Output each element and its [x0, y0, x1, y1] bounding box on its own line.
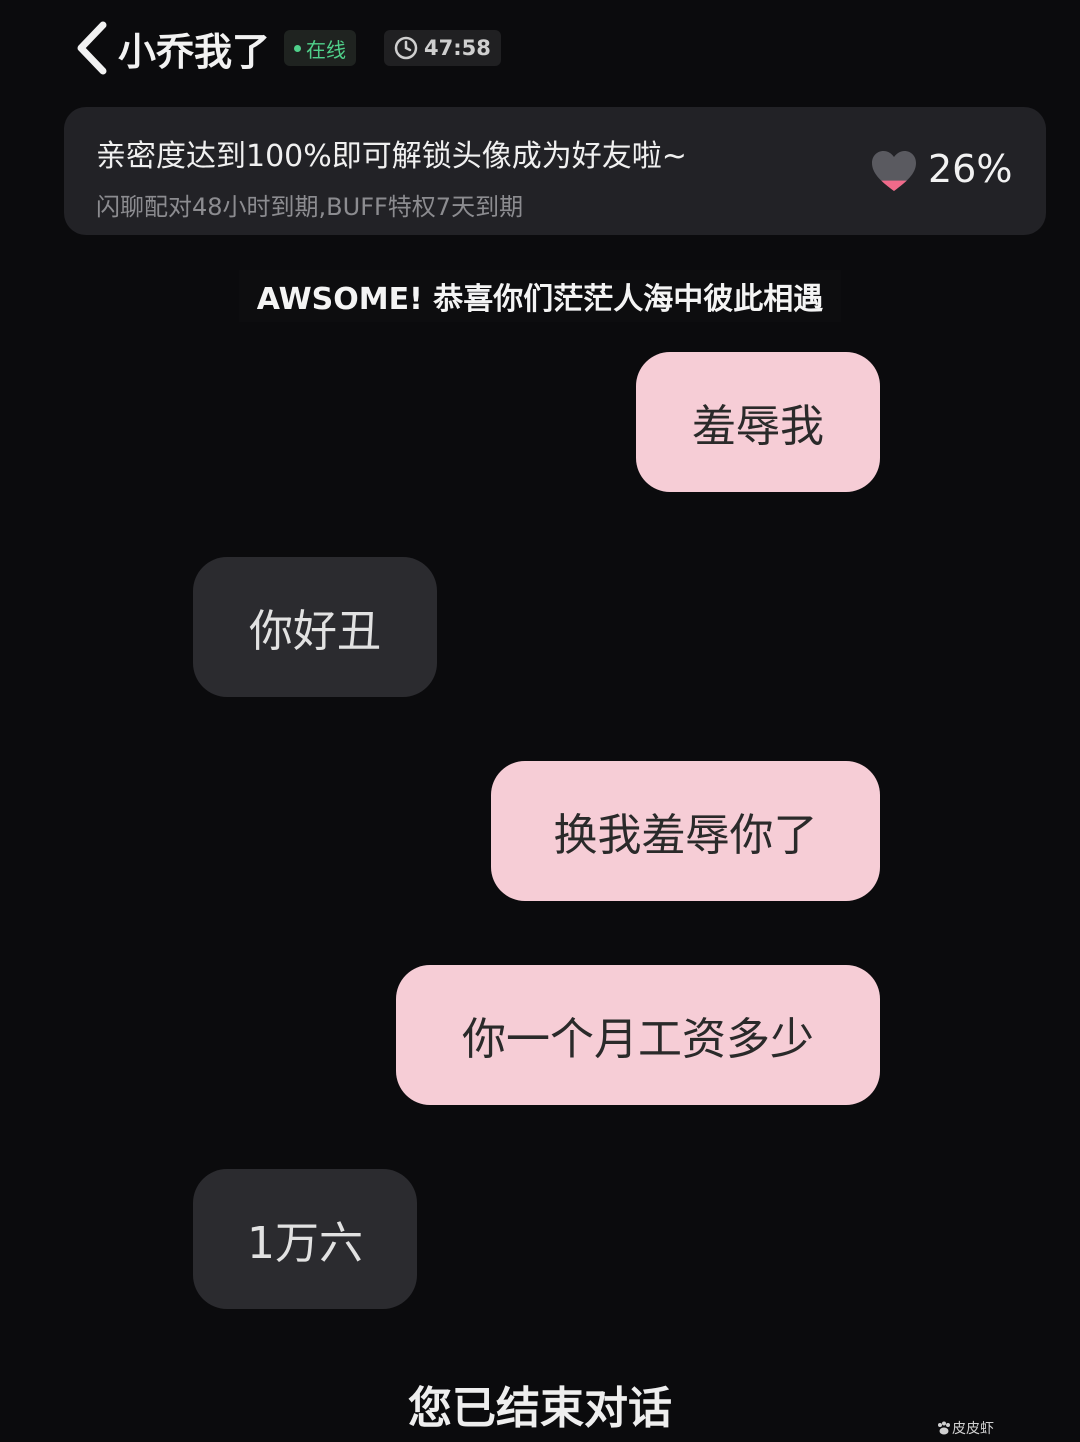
- message-bubble-sent[interactable]: 换我羞辱你了: [491, 761, 880, 901]
- chevron-left-icon: [77, 21, 107, 75]
- match-notice-text: AWSOME! 恭喜你们茫茫人海中彼此相遇: [238, 270, 842, 322]
- chat-header: 小乔我了 在线 47:58: [70, 18, 501, 78]
- conversation-ended-notice: 您已结束对话: [408, 1383, 672, 1434]
- message-bubble-sent[interactable]: 羞辱我: [636, 352, 880, 492]
- chat-screen: 小乔我了 在线 47:58 亲密度达到100%即可解锁头像成为好友啦~ 闪聊配对…: [0, 0, 1080, 1442]
- watermark: 皮皮虾: [936, 1418, 994, 1438]
- paw-icon: [938, 1421, 950, 1435]
- online-status-label: 在线: [306, 37, 347, 62]
- intimacy-percent: 26%: [928, 147, 1013, 191]
- online-dot-icon: [294, 44, 302, 52]
- clock-icon: [394, 36, 418, 60]
- watermark-text: 皮皮虾: [952, 1421, 994, 1437]
- online-status-badge: 在线: [284, 30, 357, 66]
- intimacy-card[interactable]: 亲密度达到100%即可解锁头像成为好友啦~ 闪聊配对48小时到期,BUFF特权7…: [64, 107, 1046, 235]
- chat-title: 小乔我了: [118, 29, 271, 74]
- message-bubble-received[interactable]: 1万六: [193, 1169, 417, 1309]
- countdown-timer-value: 47:58: [424, 36, 491, 60]
- intimacy-subtitle: 闪聊配对48小时到期,BUFF特权7天到期: [96, 193, 524, 221]
- message-bubble-sent[interactable]: 你一个月工资多少: [396, 965, 880, 1105]
- back-button[interactable]: [70, 18, 114, 78]
- match-system-notice: AWSOME! 恭喜你们茫茫人海中彼此相遇: [0, 270, 1080, 322]
- intimacy-title: 亲密度达到100%即可解锁头像成为好友啦~: [96, 139, 687, 174]
- message-bubble-received[interactable]: 你好丑: [193, 557, 437, 697]
- heart-progress-icon: [872, 151, 916, 191]
- countdown-timer-badge: 47:58: [384, 30, 501, 66]
